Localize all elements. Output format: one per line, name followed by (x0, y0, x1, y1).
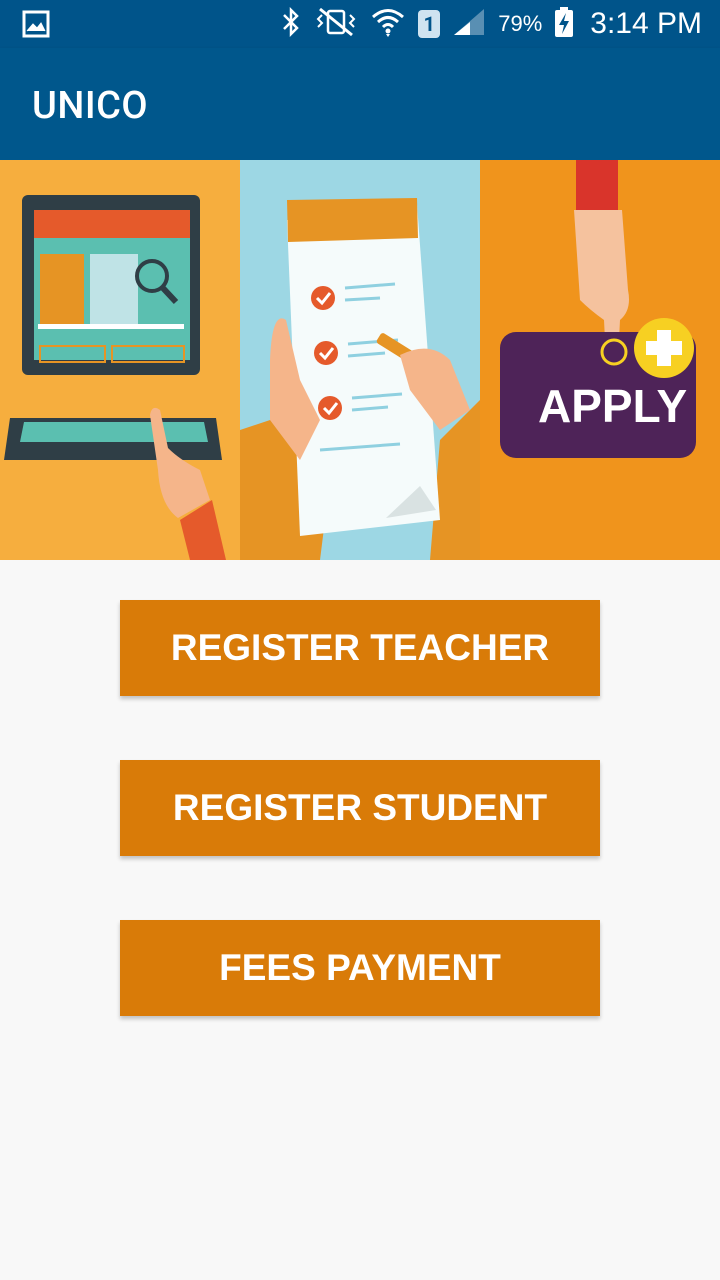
clock: 3:14 PM (590, 7, 702, 40)
wifi-icon (370, 6, 406, 42)
sim-icon: 1 (418, 10, 441, 38)
battery-charging-icon (554, 6, 574, 42)
bluetooth-icon (280, 6, 302, 41)
vibrate-mute-icon (314, 7, 358, 41)
gallery-notification-icon (22, 10, 50, 42)
app-bar: UNICO (0, 48, 720, 160)
status-bar: 1 79% 3:14 PM (0, 0, 720, 48)
fees-payment-button[interactable]: FEES PAYMENT (120, 920, 600, 1016)
register-student-button[interactable]: REGISTER STUDENT (120, 760, 600, 856)
apply-text: APPLY (538, 380, 687, 432)
signal-icon (452, 7, 486, 41)
laptop-illustration (0, 160, 240, 560)
register-teacher-button[interactable]: REGISTER TEACHER (120, 600, 600, 696)
checklist-illustration (240, 160, 480, 560)
app-title: UNICO (32, 84, 149, 128)
apply-button-illustration: APPLY (480, 160, 720, 560)
banner-image: APPLY (0, 160, 720, 560)
battery-percent: 79% (498, 11, 543, 36)
